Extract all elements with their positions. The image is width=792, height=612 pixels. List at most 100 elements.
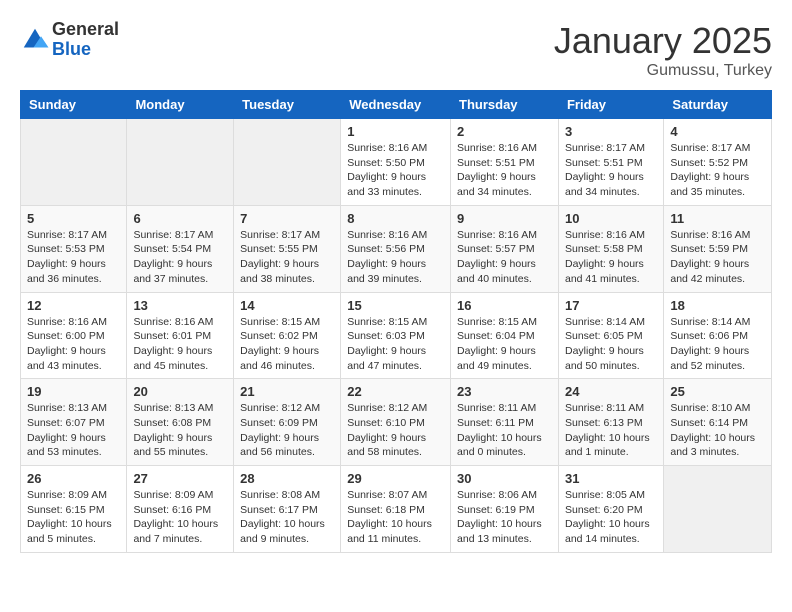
day-info: Sunrise: 8:15 AM Sunset: 6:03 PM Dayligh… xyxy=(347,315,444,374)
day-info: Sunrise: 8:17 AM Sunset: 5:54 PM Dayligh… xyxy=(133,228,227,287)
calendar-cell: 3 Sunrise: 8:17 AM Sunset: 5:51 PM Daylig… xyxy=(558,119,663,206)
page-header: General Blue January 2025 Gumussu, Turke… xyxy=(20,20,772,80)
weekday-header-saturday: Saturday xyxy=(664,91,772,119)
day-number: 25 xyxy=(670,384,765,399)
day-number: 24 xyxy=(565,384,657,399)
calendar-cell: 14Sunrise: 8:15 AM Sunset: 6:02 PM Dayli… xyxy=(234,292,341,379)
calendar-cell: 13 Sunrise: 8:16 AM Sunset: 6:01 PM Dayli… xyxy=(127,292,234,379)
calendar-cell: 28Sunrise: 8:08 AM Sunset: 6:17 PM Dayli… xyxy=(234,466,341,553)
day-info: Sunrise: 8:16 AM Sunset: 5:59 PM Dayligh… xyxy=(670,228,765,287)
calendar-cell: 8Sunrise: 8:16 AM Sunset: 5:56 PM Daylig… xyxy=(341,205,451,292)
calendar-week-2: 5Sunrise: 8:17 AM Sunset: 5:53 PM Daylig… xyxy=(21,205,772,292)
day-info: Sunrise: 8:11 AM Sunset: 6:13 PM Dayligh… xyxy=(565,401,657,460)
day-number: 5 xyxy=(27,211,120,226)
day-number: 20 xyxy=(133,384,227,399)
day-number: 3 xyxy=(565,124,657,139)
calendar-cell xyxy=(234,119,341,206)
calendar-cell: 2Sunrise: 8:16 AM Sunset: 5:51 PM Daylig… xyxy=(451,119,559,206)
weekday-header-row: SundayMondayTuesdayWednesdayThursdayFrid… xyxy=(21,91,772,119)
day-info: Sunrise: 8:11 AM Sunset: 6:11 PM Dayligh… xyxy=(457,401,552,460)
day-number: 19 xyxy=(27,384,120,399)
day-number: 8 xyxy=(347,211,444,226)
weekday-header-friday: Friday xyxy=(558,91,663,119)
calendar-cell: 19 Sunrise: 8:13 AM Sunset: 6:07 PM Dayli… xyxy=(21,379,127,466)
day-info: Sunrise: 8:15 AM Sunset: 6:04 PM Dayligh… xyxy=(457,315,552,374)
calendar-cell: 16 Sunrise: 8:15 AM Sunset: 6:04 PM Dayli… xyxy=(451,292,559,379)
day-number: 9 xyxy=(457,211,552,226)
day-info: Sunrise: 8:16 AM Sunset: 5:57 PM Dayligh… xyxy=(457,228,552,287)
day-number: 15 xyxy=(347,298,444,313)
calendar-cell xyxy=(127,119,234,206)
weekday-header-wednesday: Wednesday xyxy=(341,91,451,119)
calendar-table: SundayMondayTuesdayWednesdayThursdayFrid… xyxy=(20,90,772,553)
day-info: Sunrise: 8:14 AM Sunset: 6:06 PM Dayligh… xyxy=(670,315,765,374)
day-number: 17 xyxy=(565,298,657,313)
weekday-header-monday: Monday xyxy=(127,91,234,119)
weekday-header-thursday: Thursday xyxy=(451,91,559,119)
weekday-header-sunday: Sunday xyxy=(21,91,127,119)
calendar-cell: 5Sunrise: 8:17 AM Sunset: 5:53 PM Daylig… xyxy=(21,205,127,292)
day-number: 26 xyxy=(27,471,120,486)
day-number: 14 xyxy=(240,298,334,313)
day-info: Sunrise: 8:16 AM Sunset: 5:58 PM Dayligh… xyxy=(565,228,657,287)
day-number: 4 xyxy=(670,124,765,139)
calendar-week-1: 1Sunrise: 8:16 AM Sunset: 5:50 PM Daylig… xyxy=(21,119,772,206)
day-number: 18 xyxy=(670,298,765,313)
logo-blue: Blue xyxy=(52,40,119,60)
day-info: Sunrise: 8:12 AM Sunset: 6:09 PM Dayligh… xyxy=(240,401,334,460)
logo-general: General xyxy=(52,20,119,40)
day-info: Sunrise: 8:17 AM Sunset: 5:52 PM Dayligh… xyxy=(670,141,765,200)
month-title: January 2025 xyxy=(554,20,772,62)
day-info: Sunrise: 8:08 AM Sunset: 6:17 PM Dayligh… xyxy=(240,488,334,547)
calendar-cell: 30 Sunrise: 8:06 AM Sunset: 6:19 PM Dayli… xyxy=(451,466,559,553)
day-info: Sunrise: 8:16 AM Sunset: 6:01 PM Dayligh… xyxy=(133,315,227,374)
logo-icon xyxy=(20,25,50,55)
day-number: 1 xyxy=(347,124,444,139)
day-info: Sunrise: 8:12 AM Sunset: 6:10 PM Dayligh… xyxy=(347,401,444,460)
day-info: Sunrise: 8:13 AM Sunset: 6:08 PM Dayligh… xyxy=(133,401,227,460)
weekday-header-tuesday: Tuesday xyxy=(234,91,341,119)
day-info: Sunrise: 8:14 AM Sunset: 6:05 PM Dayligh… xyxy=(565,315,657,374)
day-info: Sunrise: 8:07 AM Sunset: 6:18 PM Dayligh… xyxy=(347,488,444,547)
day-info: Sunrise: 8:17 AM Sunset: 5:51 PM Dayligh… xyxy=(565,141,657,200)
calendar-cell: 17 Sunrise: 8:14 AM Sunset: 6:05 PM Dayli… xyxy=(558,292,663,379)
day-info: Sunrise: 8:10 AM Sunset: 6:14 PM Dayligh… xyxy=(670,401,765,460)
calendar-cell: 15 Sunrise: 8:15 AM Sunset: 6:03 PM Dayli… xyxy=(341,292,451,379)
day-number: 2 xyxy=(457,124,552,139)
day-number: 16 xyxy=(457,298,552,313)
day-info: Sunrise: 8:17 AM Sunset: 5:55 PM Dayligh… xyxy=(240,228,334,287)
calendar-week-3: 12 Sunrise: 8:16 AM Sunset: 6:00 PM Dayli… xyxy=(21,292,772,379)
day-number: 29 xyxy=(347,471,444,486)
calendar-cell: 29 Sunrise: 8:07 AM Sunset: 6:18 PM Dayli… xyxy=(341,466,451,553)
calendar-cell: 27Sunrise: 8:09 AM Sunset: 6:16 PM Dayli… xyxy=(127,466,234,553)
location: Gumussu, Turkey xyxy=(554,62,772,80)
calendar-cell: 23 Sunrise: 8:11 AM Sunset: 6:11 PM Dayli… xyxy=(451,379,559,466)
calendar-cell: 4 Sunrise: 8:17 AM Sunset: 5:52 PM Daylig… xyxy=(664,119,772,206)
calendar-cell: 26Sunrise: 8:09 AM Sunset: 6:15 PM Dayli… xyxy=(21,466,127,553)
day-number: 31 xyxy=(565,471,657,486)
calendar-week-4: 19 Sunrise: 8:13 AM Sunset: 6:07 PM Dayli… xyxy=(21,379,772,466)
calendar-week-5: 26Sunrise: 8:09 AM Sunset: 6:15 PM Dayli… xyxy=(21,466,772,553)
day-info: Sunrise: 8:06 AM Sunset: 6:19 PM Dayligh… xyxy=(457,488,552,547)
calendar-cell: 11 Sunrise: 8:16 AM Sunset: 5:59 PM Dayli… xyxy=(664,205,772,292)
calendar-cell: 24 Sunrise: 8:11 AM Sunset: 6:13 PM Dayli… xyxy=(558,379,663,466)
day-number: 13 xyxy=(133,298,227,313)
logo-text: General Blue xyxy=(52,20,119,60)
logo: General Blue xyxy=(20,20,119,60)
day-info: Sunrise: 8:13 AM Sunset: 6:07 PM Dayligh… xyxy=(27,401,120,460)
calendar-cell: 31 Sunrise: 8:05 AM Sunset: 6:20 PM Dayli… xyxy=(558,466,663,553)
day-info: Sunrise: 8:16 AM Sunset: 6:00 PM Dayligh… xyxy=(27,315,120,374)
calendar-cell xyxy=(664,466,772,553)
calendar-cell: 10Sunrise: 8:16 AM Sunset: 5:58 PM Dayli… xyxy=(558,205,663,292)
day-number: 23 xyxy=(457,384,552,399)
day-number: 21 xyxy=(240,384,334,399)
day-number: 11 xyxy=(670,211,765,226)
calendar-cell: 12 Sunrise: 8:16 AM Sunset: 6:00 PM Dayli… xyxy=(21,292,127,379)
day-number: 6 xyxy=(133,211,227,226)
calendar-cell: 22Sunrise: 8:12 AM Sunset: 6:10 PM Dayli… xyxy=(341,379,451,466)
calendar-cell: 9 Sunrise: 8:16 AM Sunset: 5:57 PM Daylig… xyxy=(451,205,559,292)
calendar-cell: 21 Sunrise: 8:12 AM Sunset: 6:09 PM Dayli… xyxy=(234,379,341,466)
day-number: 30 xyxy=(457,471,552,486)
day-info: Sunrise: 8:05 AM Sunset: 6:20 PM Dayligh… xyxy=(565,488,657,547)
day-number: 12 xyxy=(27,298,120,313)
